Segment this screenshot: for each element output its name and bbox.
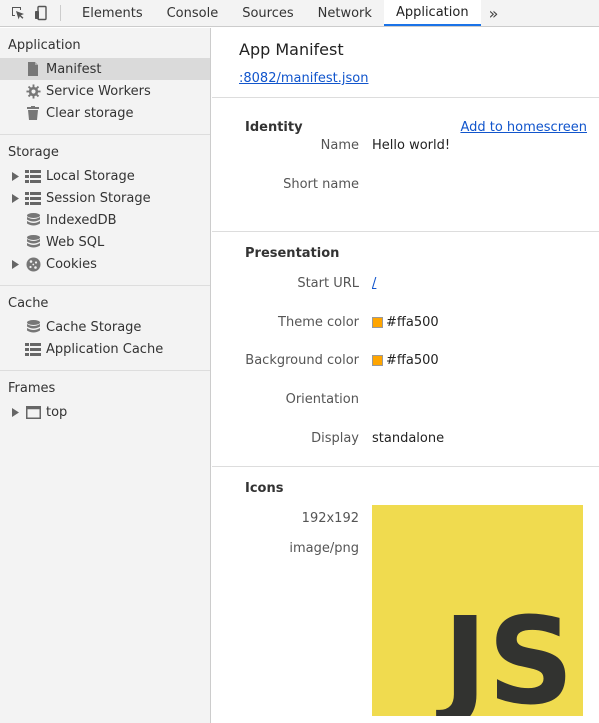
js-logo-image: JS [372,505,583,723]
identity-section: Identity Add to homescreen Name Hello wo… [212,98,599,232]
sidebar-item-session-storage[interactable]: Session Storage [0,187,210,209]
grid-icon [25,341,41,357]
database-icon [25,212,41,228]
device-toolbar-icon[interactable] [29,0,52,26]
tab-sources[interactable]: Sources [230,0,305,26]
theme-color-row: Theme color #ffa500 [212,311,599,334]
sidebar-item-cache-storage[interactable]: Cache Storage [0,316,210,338]
tab-network[interactable]: Network [306,0,384,26]
expand-arrow-icon[interactable] [0,171,25,181]
page-title: App Manifest [239,40,344,59]
theme-color-value: #ffa500 [386,315,439,330]
background-color-row: Background color #ffa500 [212,349,599,372]
orientation-label: Orientation [285,392,359,407]
js-logo-text: JS [436,593,574,716]
short-name-row: Short name [212,175,599,193]
cookie-icon [25,256,41,272]
sidebar-item-local-storage[interactable]: Local Storage [0,165,210,187]
identity-title: Identity [245,119,303,135]
sidebar-section-storage: Storage Local Storage Session Storage In… [0,135,210,286]
sidebar-item-manifest[interactable]: Manifest [0,58,210,80]
sidebar-item-cookies[interactable]: Cookies [0,253,210,275]
icons-title: Icons [245,480,284,496]
start-url-row: Start URL / [212,272,599,295]
sidebar-section-cache: Cache Cache Storage Application Cache [0,286,210,371]
frame-icon [25,404,41,420]
database-icon [25,234,41,250]
sidebar-item-clear-storage[interactable]: Clear storage [0,102,210,124]
sidebar-section-title: Storage [8,145,59,160]
background-color-value: #ffa500 [386,353,439,368]
more-tabs-icon[interactable]: » [481,0,507,26]
presentation-section: Presentation Start URL / Theme color #ff… [212,232,599,467]
sidebar-section-title: Frames [8,381,56,396]
icon-type-label: image/png [289,541,359,556]
sidebar-section-title: Application [8,38,81,53]
database-icon [25,319,41,335]
devtools-toolbar: Elements Console Sources Network Applica… [0,0,599,27]
sidebar-section-application: Application Manifest Service Workers Cle… [0,28,210,135]
background-color-label: Background color [245,353,359,368]
manifest-panel: App Manifest :8082/manifest.json Identit… [212,28,599,723]
icon-size-label: 192x192 [301,511,359,526]
sidebar-item-top-frame[interactable]: top [0,401,210,423]
document-icon [25,61,41,77]
start-url-label: Start URL [297,276,359,291]
sidebar-section-title: Cache [8,296,49,311]
name-label: Name [320,137,359,153]
short-name-label: Short name [283,176,359,192]
inspect-element-icon[interactable] [6,0,29,26]
sidebar-section-frames: Frames top [0,371,210,433]
expand-arrow-icon[interactable] [0,407,25,417]
gear-icon [25,83,41,99]
manifest-url-link[interactable]: :8082/manifest.json [239,71,368,86]
grid-icon [25,190,41,206]
display-row: Display standalone [212,427,599,450]
icons-section: Icons 192x192 image/png JS [212,467,599,723]
toolbar-divider [60,5,61,21]
application-sidebar: Application Manifest Service Workers Cle… [0,28,211,723]
background-color-swatch[interactable] [372,355,383,366]
display-value: standalone [372,431,445,446]
name-row: Name Hello world! [212,136,599,154]
presentation-title: Presentation [245,245,340,261]
theme-color-swatch[interactable] [372,317,383,328]
theme-color-label: Theme color [278,315,359,330]
trash-icon [25,105,41,121]
start-url-link[interactable]: / [372,276,376,291]
tab-console[interactable]: Console [155,0,231,26]
manifest-header: App Manifest :8082/manifest.json [212,28,599,98]
orientation-row: Orientation [212,388,599,411]
tab-application[interactable]: Application [383,0,481,26]
sidebar-item-indexeddb[interactable]: IndexedDB [0,209,210,231]
sidebar-item-web-sql[interactable]: Web SQL [0,231,210,253]
expand-arrow-icon[interactable] [0,193,25,203]
expand-arrow-icon[interactable] [0,259,25,269]
grid-icon [25,168,41,184]
name-value: Hello world! [372,137,451,153]
display-label: Display [311,431,359,446]
sidebar-item-service-workers[interactable]: Service Workers [0,80,210,102]
add-to-homescreen-link[interactable]: Add to homescreen [460,120,587,135]
tab-elements[interactable]: Elements [70,0,155,26]
sidebar-item-application-cache[interactable]: Application Cache [0,338,210,360]
